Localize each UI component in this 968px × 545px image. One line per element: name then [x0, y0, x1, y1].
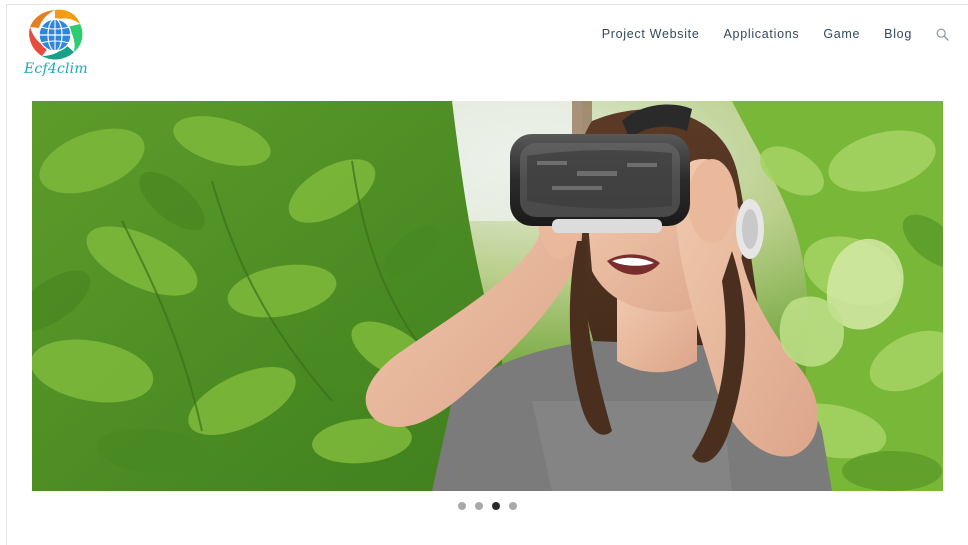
hero-slider[interactable] — [32, 101, 943, 491]
slide-dot-4[interactable] — [508, 502, 517, 510]
logo-text: Ecf4clim — [24, 61, 88, 77]
nav-blog[interactable]: Blog — [884, 27, 912, 41]
slide-dot-3[interactable] — [491, 502, 500, 510]
nav-game[interactable]: Game — [823, 27, 860, 41]
slider-pagination — [0, 502, 968, 510]
site-logo[interactable]: Ecf4clim — [22, 6, 88, 82]
hero-image — [32, 101, 943, 491]
slide-dot-2[interactable] — [474, 502, 483, 510]
nav-project-website[interactable]: Project Website — [602, 27, 700, 41]
globe-logo-icon — [29, 9, 83, 60]
site-header: Ecf4clim Project Website Applications Ga… — [0, 0, 968, 95]
search-icon[interactable] — [936, 27, 950, 41]
main-nav: Project Website Applications Game Blog — [602, 27, 950, 41]
slide-dot-1[interactable] — [457, 502, 466, 510]
nav-applications[interactable]: Applications — [724, 27, 800, 41]
